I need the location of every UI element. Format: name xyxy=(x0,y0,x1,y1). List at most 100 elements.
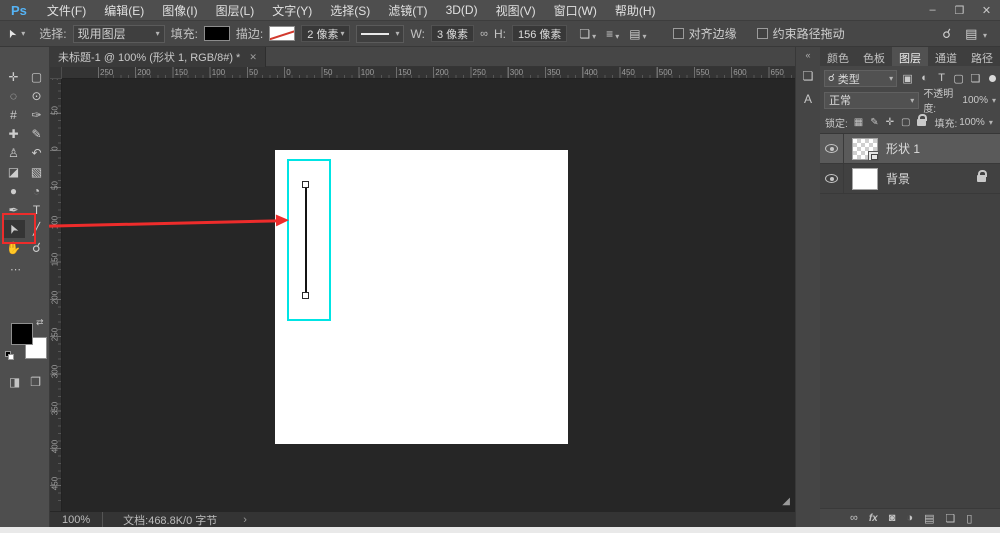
minimize-button[interactable]: – xyxy=(919,4,946,17)
crop-tool[interactable]: # xyxy=(3,106,25,124)
brush-tool[interactable]: ✎ xyxy=(26,125,48,143)
menu-item-3d[interactable]: 3D(D) xyxy=(437,3,487,17)
new-layer-icon[interactable]: ❏ xyxy=(945,512,955,525)
filter-type-layers-icon[interactable]: T xyxy=(934,72,949,85)
menu-item-window[interactable]: 窗口(W) xyxy=(545,2,606,19)
search-icon[interactable]: ☌ xyxy=(942,26,951,42)
quick-mask-icon[interactable]: ◨ xyxy=(9,375,20,389)
layer-name[interactable]: 背景 xyxy=(886,170,910,187)
document-tab[interactable]: 未标题-1 @ 100% (形状 1, RGB/8#) * ✕ xyxy=(50,47,266,67)
layer-name[interactable]: 形状 1 xyxy=(886,140,920,157)
menu-item-help[interactable]: 帮助(H) xyxy=(606,2,665,19)
fill-color-swatch[interactable] xyxy=(204,26,230,41)
character-panel-icon[interactable]: A xyxy=(804,92,812,106)
anchor-point-bottom[interactable] xyxy=(302,292,309,299)
restore-button[interactable]: ❐ xyxy=(946,4,973,17)
move-tool[interactable]: ✛ xyxy=(3,68,25,86)
lock-position-icon[interactable]: ✛ xyxy=(886,117,894,128)
status-flyout-icon[interactable]: › xyxy=(243,514,247,526)
stroke-width-field[interactable]: 2 像素 ▾ xyxy=(301,25,350,42)
more-tools-icon[interactable]: ⋯ xyxy=(10,263,49,276)
align-edges-checkbox[interactable]: 对齐边缘 xyxy=(673,25,737,42)
menu-item-file[interactable]: 文件(F) xyxy=(38,2,95,19)
lock-artboard-icon[interactable]: ▢ xyxy=(901,117,910,128)
filter-toggle-icon[interactable] xyxy=(989,75,996,82)
horizontal-ruler[interactable]: 2502001501005005010015020025030035040045… xyxy=(62,67,795,79)
lasso-tool[interactable]: ◌ xyxy=(3,87,25,105)
adjustment-layer-icon[interactable]: ◑ xyxy=(906,512,913,524)
line-shape[interactable] xyxy=(305,186,307,294)
swap-colors-icon[interactable]: ⇄ xyxy=(36,317,44,328)
dodge-tool[interactable]: ◔ xyxy=(26,182,48,200)
zoom-level-field[interactable]: 100% xyxy=(50,512,103,527)
visibility-cell[interactable] xyxy=(820,164,844,193)
shape-width-field[interactable]: 3 像素 xyxy=(431,25,474,42)
menu-item-type[interactable]: 文字(Y) xyxy=(263,2,321,19)
shape-height-field[interactable]: 156 像素 xyxy=(512,25,567,42)
menu-item-layer[interactable]: 图层(L) xyxy=(207,2,264,19)
foreground-color-swatch[interactable] xyxy=(11,323,33,345)
lock-image-pixels-icon[interactable]: ✎ xyxy=(870,117,878,128)
history-brush-tool[interactable]: ↶ xyxy=(26,144,48,162)
link-dimensions-icon[interactable]: ∞ xyxy=(480,28,488,40)
constrain-path-checkbox[interactable]: 约束路径拖动 xyxy=(757,25,845,42)
layer-thumbnail[interactable] xyxy=(852,138,878,160)
anchor-point-top[interactable] xyxy=(302,181,309,188)
close-tab-icon[interactable]: ✕ xyxy=(249,52,257,63)
menu-item-edit[interactable]: 编辑(E) xyxy=(95,2,153,19)
path-arrange-button[interactable]: ▤▾ xyxy=(629,27,646,41)
filter-shape-layers-icon[interactable]: ▢ xyxy=(951,72,966,85)
menu-item-image[interactable]: 图像(I) xyxy=(153,2,206,19)
lock-all-icon[interactable] xyxy=(917,119,926,126)
layer-group-icon[interactable]: ▤ xyxy=(924,512,934,525)
history-panel-icon[interactable]: ❏ xyxy=(803,69,814,83)
stroke-color-swatch[interactable] xyxy=(269,26,295,41)
collapse-panels-icon[interactable]: « xyxy=(805,50,810,60)
panel-tab-color[interactable]: 颜色 xyxy=(820,47,856,66)
panel-tab-paths[interactable]: 路径 xyxy=(964,47,1000,66)
layer-effects-icon[interactable]: fx xyxy=(869,513,878,524)
select-mode-dropdown[interactable]: 现用图层 ▾ xyxy=(73,25,165,43)
filter-type-dropdown[interactable]: ☌ 类型 ▾ xyxy=(824,70,897,87)
panel-tab-layers[interactable]: 图层 xyxy=(892,47,928,66)
path-alignment-button[interactable]: ≡▾ xyxy=(606,27,619,41)
layer-row-shape-1[interactable]: 形状 1 xyxy=(820,134,1000,164)
close-button[interactable]: ✕ xyxy=(973,4,1000,17)
ruler-corner[interactable] xyxy=(50,67,62,79)
workspace-switcher[interactable]: ▤ ▾ xyxy=(965,26,987,42)
canvas[interactable] xyxy=(275,150,568,444)
layer-thumbnail[interactable] xyxy=(852,168,878,190)
link-layers-icon[interactable]: ∞ xyxy=(850,512,858,524)
screen-mode-icon[interactable]: ❐ xyxy=(30,375,41,389)
eraser-tool[interactable]: ◪ xyxy=(3,163,25,181)
filter-adjustment-layers-icon[interactable]: ◐ xyxy=(917,72,932,85)
healing-brush-tool[interactable]: ✚ xyxy=(3,125,25,143)
marquee-tool[interactable]: ▢ xyxy=(26,68,48,86)
gradient-tool[interactable]: ▧ xyxy=(26,163,48,181)
blend-mode-dropdown[interactable]: 正常 ▾ xyxy=(824,92,919,109)
stroke-style-dropdown[interactable]: ▾ xyxy=(356,25,404,43)
panel-tab-swatches[interactable]: 色板 xyxy=(856,47,892,66)
filter-smart-objects-icon[interactable]: ❏ xyxy=(968,72,983,85)
fill-control[interactable]: 填充: 100% ▾ xyxy=(934,115,992,130)
menu-item-filter[interactable]: 滤镜(T) xyxy=(379,2,436,19)
shape-selection-bounds[interactable] xyxy=(287,159,331,321)
document-viewport[interactable]: ◢ xyxy=(62,79,795,511)
eyedropper-tool[interactable]: ✑ xyxy=(26,106,48,124)
blur-tool[interactable]: ● xyxy=(3,182,25,200)
default-colors-icon[interactable] xyxy=(5,351,15,361)
tool-preset-picker[interactable]: ➤ ▾ xyxy=(7,27,25,40)
clone-stamp-tool[interactable]: ♙ xyxy=(3,144,25,162)
filter-pixel-layers-icon[interactable]: ▣ xyxy=(900,72,915,85)
menu-item-view[interactable]: 视图(V) xyxy=(487,2,545,19)
panel-tab-channels[interactable]: 通道 xyxy=(928,47,964,66)
vertical-ruler[interactable]: 10050050100150200250300350400450 xyxy=(50,79,62,511)
lock-transparent-pixels-icon[interactable]: ▦ xyxy=(854,117,863,128)
layer-mask-icon[interactable]: ◙ xyxy=(889,512,896,524)
delete-layer-icon[interactable]: ▯ xyxy=(966,512,972,525)
visibility-cell[interactable] xyxy=(820,134,844,163)
resize-grip-icon[interactable]: ◢ xyxy=(782,496,790,507)
quick-selection-tool[interactable]: ⊙ xyxy=(26,87,48,105)
path-operations-button[interactable]: ❏▾ xyxy=(579,27,596,41)
layer-row-background[interactable]: 背景 xyxy=(820,164,1000,194)
